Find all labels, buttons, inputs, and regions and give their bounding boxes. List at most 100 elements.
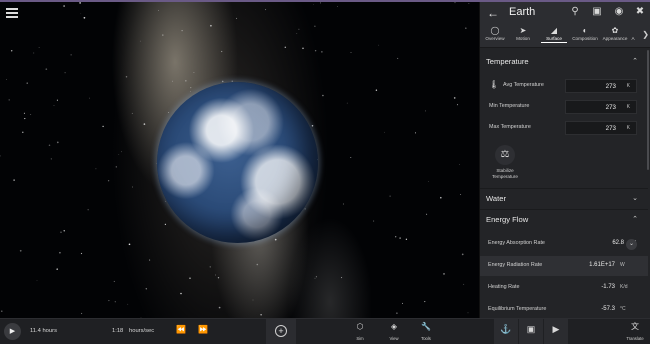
chevron-down-icon[interactable]: ⌄ — [626, 239, 637, 250]
video-camera-icon: ▶ — [552, 324, 560, 334]
play-button[interactable]: ▶ — [4, 323, 21, 340]
star — [19, 249, 22, 252]
planet-earth[interactable] — [157, 82, 318, 243]
star — [189, 277, 191, 280]
star — [425, 110, 426, 112]
star — [389, 195, 391, 197]
tab-overview[interactable]: ◯ Overview — [480, 25, 510, 41]
tools-label: Tools — [421, 336, 431, 341]
star — [30, 113, 32, 115]
star — [139, 40, 141, 42]
tab-motion[interactable]: ➤ Motion — [508, 25, 538, 41]
row-value: 1.61E+17 — [589, 262, 615, 268]
star — [454, 2, 456, 4]
star — [22, 131, 24, 134]
star — [63, 5, 65, 7]
tab-appearance[interactable]: ✿ Appearance — [600, 25, 630, 41]
star — [33, 52, 35, 54]
star — [180, 292, 182, 295]
star — [60, 231, 62, 234]
section-energy-flow-header[interactable]: Energy Flow ⌃ — [480, 212, 648, 230]
rewind-icon[interactable]: ⏪ — [176, 325, 186, 334]
section-temperature-header[interactable]: Temperature ⌃ — [480, 54, 648, 72]
star — [405, 238, 408, 240]
star — [13, 179, 15, 181]
star — [132, 186, 133, 188]
tools-button[interactable]: 🔧 Tools — [414, 319, 438, 344]
star — [158, 10, 159, 12]
star — [107, 180, 110, 182]
sim-button[interactable]: ⬡ Sim — [348, 319, 372, 344]
star — [56, 141, 59, 144]
camera-icon: ▣ — [526, 324, 536, 334]
row-unit: W — [620, 262, 625, 268]
close-icon[interactable]: ✖ — [633, 5, 647, 19]
star — [256, 263, 259, 266]
view-button[interactable]: ◈ View — [382, 319, 406, 344]
stabilize-temperature-button[interactable]: ⚖ Stabilize Temperature — [485, 145, 525, 185]
row-value: -57.3 — [601, 306, 615, 312]
info-card-icon[interactable]: ▣ — [590, 5, 604, 19]
tab-label: Appearance — [602, 36, 628, 41]
star — [164, 200, 166, 202]
tab-label: Overview — [485, 36, 505, 41]
tab-more[interactable]: A — [628, 25, 638, 41]
star — [315, 276, 317, 278]
tab-surface[interactable]: ◢ Surface — [539, 25, 569, 43]
row-unit: K — [626, 104, 630, 110]
star — [48, 144, 51, 147]
max-temperature-row: Max Temperature 273 K — [480, 119, 648, 137]
add-object-button[interactable]: + — [266, 319, 296, 344]
translate-label: Translate — [626, 336, 644, 341]
star — [313, 4, 314, 5]
max-temperature-input[interactable]: 273 K — [565, 121, 637, 135]
bottom-toolbar: ▶ 11.4 hours 1:18 hours/sec ⏪ ⏩ + ⬡ Sim … — [0, 318, 650, 344]
space-viewport[interactable] — [0, 2, 479, 318]
min-temperature-row: Min Temperature 273 K — [480, 98, 648, 116]
eye-icon[interactable]: ◉ — [612, 5, 626, 19]
energy-radiation-row[interactable]: Energy Radiation Rate 1.61E+17 W — [480, 256, 648, 276]
star — [193, 71, 195, 74]
star — [346, 102, 348, 104]
hamburger-menu-icon[interactable] — [6, 8, 18, 18]
star — [284, 46, 287, 49]
record-button[interactable]: ▶ — [544, 319, 568, 344]
star — [302, 47, 304, 50]
globe-icon: ◯ — [490, 26, 500, 35]
row-label: Min Temperature — [489, 103, 530, 109]
translate-button[interactable]: 文 Translate — [622, 319, 648, 344]
star — [81, 312, 83, 315]
star — [149, 259, 151, 261]
star — [399, 237, 401, 239]
star — [453, 97, 456, 99]
star — [396, 312, 398, 314]
section-water-header[interactable]: Water ⌄ — [480, 191, 648, 209]
star — [113, 280, 115, 282]
screenshot-button[interactable]: ▣ — [519, 319, 543, 344]
row-label: Heating Rate — [488, 284, 520, 290]
star — [378, 44, 380, 46]
row-label: Max Temperature — [489, 124, 531, 130]
star — [131, 112, 133, 114]
star — [414, 132, 417, 134]
row-unit: K/d — [620, 284, 628, 290]
search-icon[interactable]: ⚲ — [568, 5, 582, 19]
star — [350, 52, 352, 53]
min-temperature-input[interactable]: 273 K — [565, 100, 637, 114]
star — [80, 252, 83, 255]
star — [6, 79, 7, 80]
star — [341, 277, 343, 279]
star — [95, 168, 97, 170]
heating-rate-row: Heating Rate -1.73 K/d — [480, 279, 648, 297]
star — [38, 47, 40, 48]
row-label: Energy Radiation Rate — [488, 262, 543, 268]
fast-forward-icon[interactable]: ⏩ — [198, 325, 208, 334]
row-value: 62.8 — [612, 240, 624, 246]
tab-composition[interactable]: ◐ Composition — [570, 25, 600, 41]
star — [314, 25, 316, 27]
probe-button[interactable]: ⚓ — [494, 319, 518, 344]
chevron-right-icon[interactable]: ❯ — [642, 30, 649, 39]
arrow-left-icon[interactable]: ← — [487, 6, 499, 20]
avg-temperature-input[interactable]: 273 K — [565, 79, 637, 93]
star — [443, 273, 445, 275]
